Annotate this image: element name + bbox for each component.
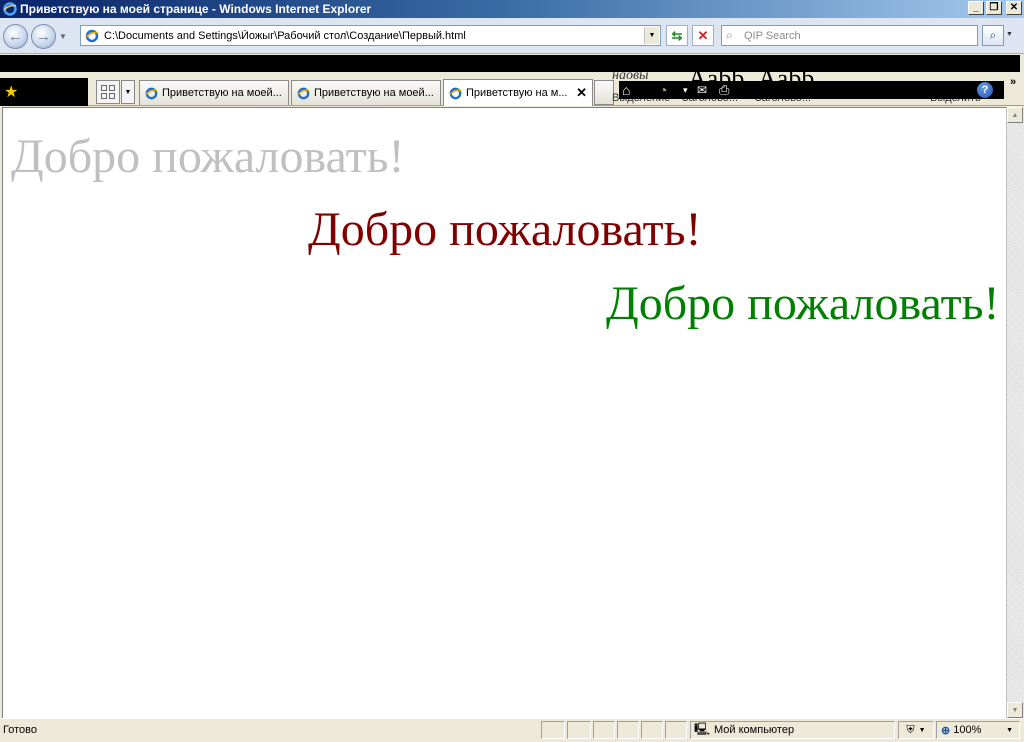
search-options-dropdown[interactable]: ▼ bbox=[1006, 31, 1013, 38]
title-bar: Приветствую на моей странице - Windows I… bbox=[0, 0, 1024, 18]
welcome-heading-green: Добро пожаловать! bbox=[606, 277, 1000, 330]
close-button[interactable]: ✕ bbox=[1006, 1, 1022, 15]
shield-icon: ⛨ bbox=[906, 723, 915, 736]
stop-button[interactable]: ✕ bbox=[692, 25, 714, 46]
toolbar-artifact bbox=[0, 55, 1020, 72]
zoom-level: 100% bbox=[953, 724, 982, 736]
feeds-dropdown-icon[interactable]: ▾ bbox=[683, 82, 688, 98]
welcome-heading-gray: Добро пожаловать! bbox=[11, 130, 405, 183]
tab-2[interactable]: Приветствую на моей... bbox=[291, 80, 441, 105]
status-cell bbox=[593, 721, 615, 739]
new-tab-button[interactable] bbox=[594, 80, 614, 105]
status-cell bbox=[617, 721, 639, 739]
zoom-button[interactable]: ⊕ 100% ▼ bbox=[936, 721, 1020, 739]
security-zone[interactable]: 🖳 Мой компьютер bbox=[690, 721, 895, 739]
status-cell bbox=[541, 721, 565, 739]
zoom-dropdown-icon[interactable]: ▼ bbox=[1006, 727, 1013, 734]
ie-page-icon bbox=[297, 87, 310, 99]
help-icon[interactable]: ? bbox=[977, 82, 993, 98]
forward-arrow-icon: → bbox=[36, 28, 51, 45]
tab-label: Приветствую на моей... bbox=[162, 87, 282, 99]
status-cell bbox=[665, 721, 687, 739]
back-arrow-icon: ← bbox=[8, 28, 23, 45]
stop-icon: ✕ bbox=[697, 27, 709, 43]
print-icon[interactable]: ⎙ bbox=[719, 82, 729, 98]
computer-icon: 🖳 bbox=[694, 721, 711, 736]
ie-page-icon bbox=[145, 87, 158, 99]
mail-icon[interactable]: ✉ bbox=[697, 82, 707, 98]
tab-label: Приветствую на моей... bbox=[314, 87, 434, 99]
scroll-up-button[interactable]: ▲ bbox=[1007, 107, 1023, 123]
zone-label: Мой компьютер bbox=[714, 724, 795, 736]
scroll-down-button[interactable]: ▼ bbox=[1007, 702, 1023, 718]
welcome-heading-red: Добро пожаловать! bbox=[308, 203, 702, 256]
maximize-button[interactable]: ❐ bbox=[986, 1, 1002, 15]
page-content: Добро пожаловать! Добро пожаловать! Добр… bbox=[2, 107, 1006, 718]
ie-page-icon bbox=[85, 29, 99, 42]
feeds-icon[interactable]: ◔ bbox=[659, 82, 667, 98]
back-button[interactable]: ← bbox=[3, 24, 28, 49]
favorites-star-icon: ★ bbox=[4, 84, 19, 101]
tab-1[interactable]: Приветствую на моей... bbox=[139, 80, 289, 105]
tab-label: Приветствую на м... bbox=[466, 87, 568, 99]
search-icon: ⌕ bbox=[989, 28, 997, 42]
tab-3-active[interactable]: Приветствую на м... ✕ bbox=[443, 79, 593, 106]
more-toolbar-chevron-icon[interactable]: » bbox=[1010, 76, 1016, 88]
quick-tabs-button[interactable] bbox=[96, 80, 120, 104]
command-bar: ⌂ ◔ ▾ ✉ ⎙ bbox=[619, 81, 1004, 99]
navigation-bar: ← → ▼ C:\Documents and Settings\Йожыг\Ра… bbox=[0, 18, 1024, 54]
refresh-icon: ⇆ bbox=[671, 27, 683, 43]
protected-mode-button[interactable]: ⛨ ▼ bbox=[898, 721, 934, 739]
address-url[interactable]: C:\Documents and Settings\Йожыг\Рабочий … bbox=[104, 30, 644, 42]
favorites-button[interactable]: ★ bbox=[0, 78, 88, 106]
search-button[interactable]: ⌕ bbox=[982, 25, 1004, 46]
search-input[interactable]: ⌕ QIP Search bbox=[721, 25, 978, 46]
status-cell bbox=[567, 721, 591, 739]
window-title: Приветствую на моей странице - Windows I… bbox=[20, 2, 372, 16]
vertical-scrollbar[interactable]: ▲ ▼ bbox=[1006, 107, 1023, 718]
status-bar: Готово 🖳 Мой компьютер ⛨ ▼ ⊕ 100% ▼ bbox=[0, 718, 1024, 742]
status-cell bbox=[641, 721, 663, 739]
forward-button[interactable]: → bbox=[31, 24, 56, 49]
address-field[interactable]: C:\Documents and Settings\Йожыг\Рабочий … bbox=[80, 25, 661, 46]
tab-list-dropdown[interactable]: ▼ bbox=[121, 80, 135, 104]
protected-mode-dropdown-icon: ▼ bbox=[918, 726, 926, 734]
search-placeholder: QIP Search bbox=[744, 29, 801, 42]
home-icon[interactable]: ⌂ bbox=[622, 82, 630, 98]
zoom-icon: ⊕ bbox=[941, 724, 951, 737]
history-dropdown[interactable]: ▼ bbox=[59, 32, 67, 41]
ie-logo-icon bbox=[3, 2, 17, 16]
ie-page-icon bbox=[449, 87, 462, 99]
refresh-button[interactable]: ⇆ bbox=[666, 25, 688, 46]
status-text: Готово bbox=[3, 724, 37, 736]
quick-tabs-icon bbox=[101, 85, 115, 99]
minimize-button[interactable]: _ bbox=[968, 1, 984, 15]
search-provider-icon: ⌕ bbox=[726, 28, 733, 42]
address-dropdown[interactable]: ▼ bbox=[644, 27, 659, 44]
close-tab-icon[interactable]: ✕ bbox=[576, 85, 587, 101]
